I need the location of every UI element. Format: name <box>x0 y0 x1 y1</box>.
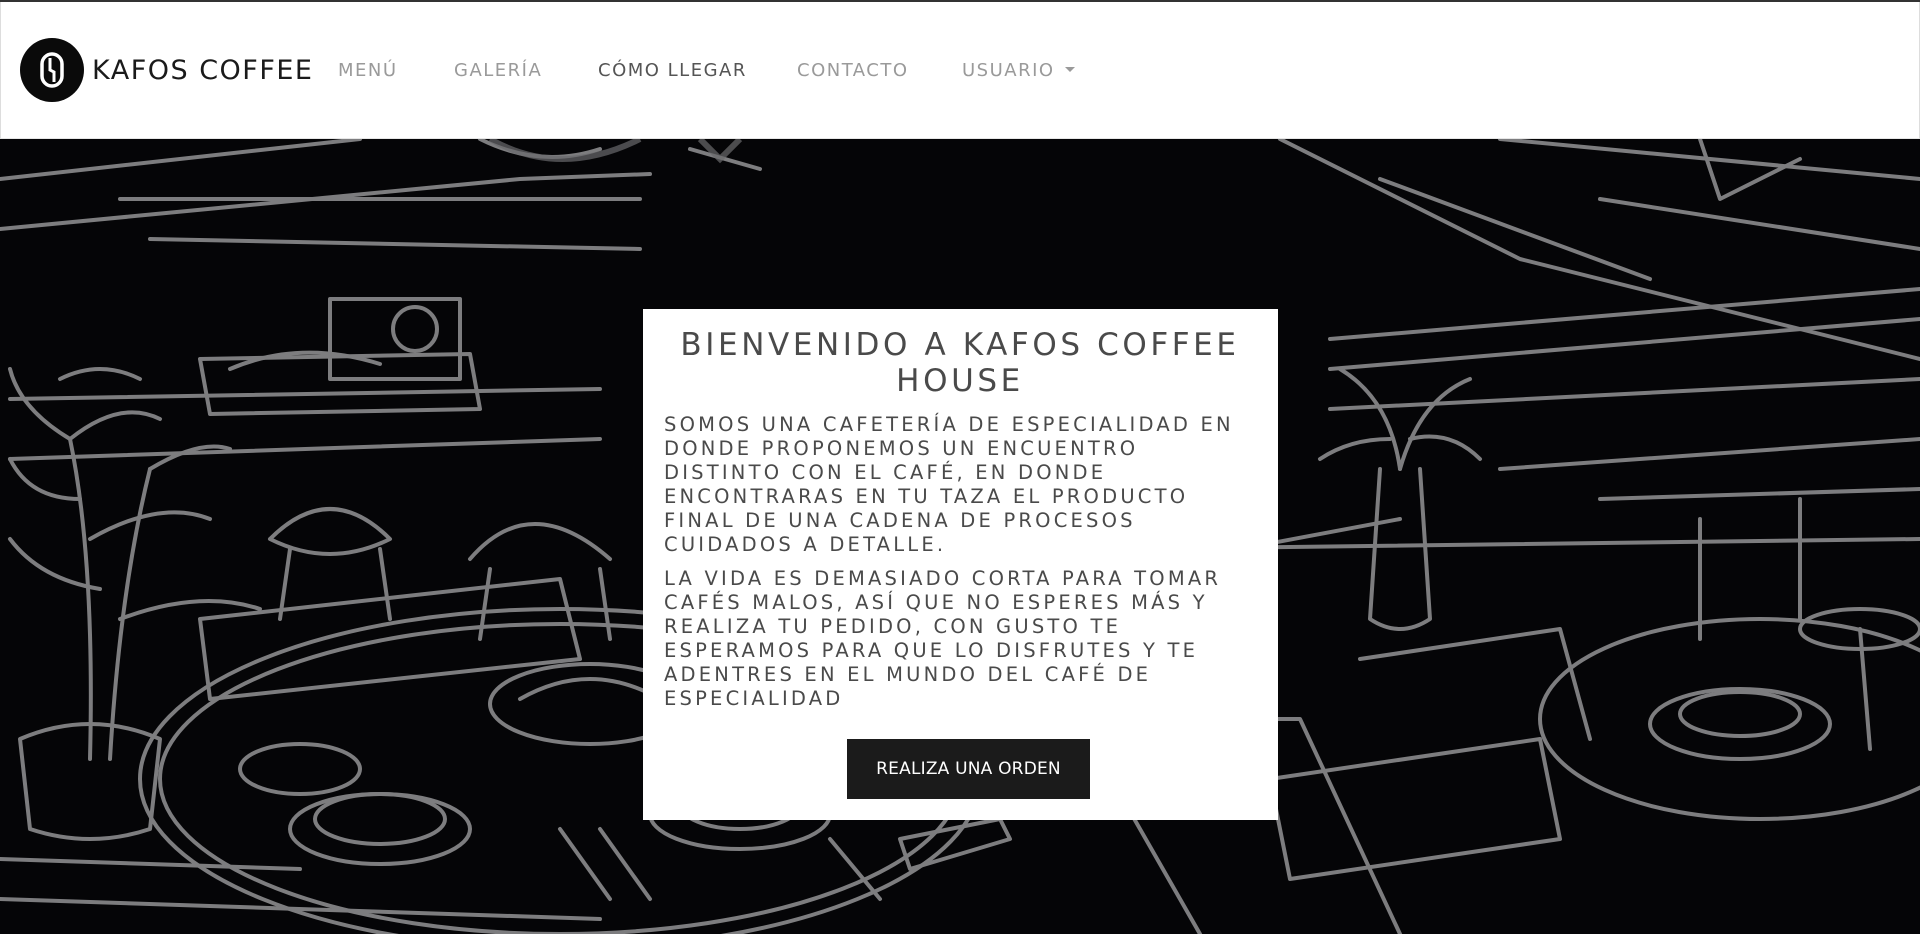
place-order-button[interactable]: REALIZA UNA ORDEN <box>847 739 1090 799</box>
coffee-bean-icon <box>20 38 84 102</box>
cta-paragraph: LA VIDA ES DEMASIADO CORTA PARA TOMAR CA… <box>664 567 1222 710</box>
nav-item-contacto[interactable]: CONTACTO <box>797 60 909 81</box>
navbar: KAFOS COFFEE MENÚ GALERÍA CÓMO LLEGAR CO… <box>0 2 1920 139</box>
nav-item-usuario-dropdown[interactable]: USUARIO <box>962 60 1075 81</box>
welcome-title: BIENVENIDO A KAFOS COFFEE HOUSE <box>680 327 1240 399</box>
caret-down-icon <box>1064 66 1075 72</box>
hero-section: BIENVENIDO A KAFOS COFFEE HOUSE SOMOS UN… <box>0 139 1920 934</box>
intro-paragraph: SOMOS UNA CAFETERÍA DE ESPECIALIDAD EN D… <box>664 413 1234 556</box>
nav-item-como-llegar[interactable]: CÓMO LLEGAR <box>598 60 747 81</box>
brand-name: KAFOS COFFEE <box>92 54 314 86</box>
nav-item-usuario-label: USUARIO <box>962 60 1055 81</box>
brand-link[interactable]: KAFOS COFFEE <box>20 38 314 102</box>
nav-item-galeria[interactable]: GALERÍA <box>454 60 542 81</box>
welcome-card: BIENVENIDO A KAFOS COFFEE HOUSE SOMOS UN… <box>643 309 1278 820</box>
nav-item-menu[interactable]: MENÚ <box>338 60 398 81</box>
